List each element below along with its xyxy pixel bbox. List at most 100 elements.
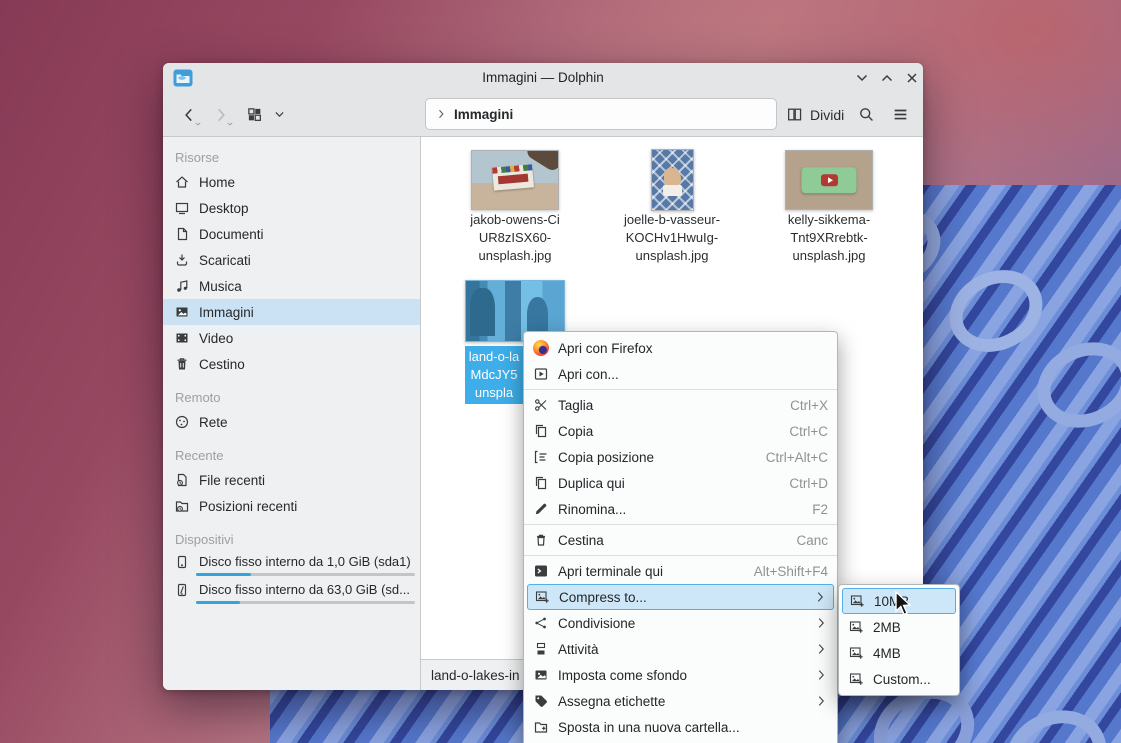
sidebar-item-trash[interactable]: Cestino xyxy=(163,351,420,377)
trash-icon xyxy=(533,532,549,548)
menu-item-open-terminal[interactable]: Apri terminale qui Alt+Shift+F4 xyxy=(524,558,837,584)
wallpaper-icon xyxy=(533,667,549,683)
forward-dropdown-chevron-icon[interactable] xyxy=(226,120,234,128)
breadcrumb-current-folder[interactable]: Immagini xyxy=(454,107,513,122)
compress-submenu: 10MB 2MB 4MB Custom... xyxy=(838,584,960,696)
network-icon xyxy=(174,414,190,430)
document-icon xyxy=(174,226,190,242)
compress-image-icon xyxy=(848,645,864,661)
duplicate-icon xyxy=(533,475,549,491)
menu-item-duplicate[interactable]: Duplica qui Ctrl+D xyxy=(524,470,837,496)
sidebar-item-music[interactable]: Musica xyxy=(163,273,420,299)
compress-image-icon xyxy=(534,589,550,605)
submenu-item-custom[interactable]: Custom... xyxy=(839,666,959,692)
new-folder-icon xyxy=(533,719,549,735)
submenu-item-4mb[interactable]: 4MB xyxy=(839,640,959,666)
terminal-icon xyxy=(533,563,549,579)
menu-item-compress-to[interactable]: Compress to... xyxy=(527,584,834,610)
tag-icon xyxy=(533,693,549,709)
sidebar-item-video[interactable]: Video xyxy=(163,325,420,351)
submenu-item-2mb[interactable]: 2MB xyxy=(839,614,959,640)
search-icon xyxy=(858,106,875,123)
menu-item-share[interactable]: Condivisione xyxy=(524,610,837,636)
window-title: Immagini — Dolphin xyxy=(482,70,604,85)
copy-icon xyxy=(533,423,549,439)
menu-item-open-with-firefox[interactable]: Apri con Firefox xyxy=(524,335,837,361)
submenu-arrow-icon xyxy=(814,694,828,708)
dolphin-app-icon xyxy=(173,68,193,88)
share-icon xyxy=(533,615,549,631)
image-icon xyxy=(174,304,190,320)
submenu-arrow-icon xyxy=(813,590,827,604)
compress-image-icon xyxy=(848,619,864,635)
submenu-item-10mb[interactable]: 10MB xyxy=(842,588,956,614)
file-label[interactable]: kelly-sikkema- Tnt9XRrebtk-unsplash.jpg xyxy=(769,211,889,265)
hard-disk-icon xyxy=(174,582,190,598)
activities-icon xyxy=(533,641,549,657)
menu-item-activities[interactable]: Attività xyxy=(524,636,837,662)
file-thumbnail-joelle[interactable] xyxy=(651,149,694,211)
menu-item-open-with[interactable]: Apri con... xyxy=(524,361,837,387)
menu-item-rename[interactable]: Rinomina... F2 xyxy=(524,496,837,522)
location-bar[interactable]: Immagini xyxy=(425,98,777,130)
scissors-icon xyxy=(533,397,549,413)
minimize-button[interactable] xyxy=(854,70,870,86)
section-risorse: Risorse xyxy=(175,149,220,165)
close-button[interactable] xyxy=(904,70,920,86)
sidebar-item-recent-locations[interactable]: Posizioni recenti xyxy=(163,493,420,519)
submenu-arrow-icon xyxy=(814,642,828,656)
sidebar-item-disk2[interactable]: Disco fisso interno da 63,0 GiB (sd... xyxy=(163,579,420,607)
desktop: Immagini — Dolphin Immagini Dividi Risor… xyxy=(0,0,1121,743)
maximize-button[interactable] xyxy=(879,70,895,86)
menu-item-assign-tags[interactable]: Assegna etichette xyxy=(524,688,837,714)
split-view-button[interactable]: Dividi xyxy=(786,106,844,123)
back-dropdown-chevron-icon[interactable] xyxy=(194,120,202,128)
section-dispositivi: Dispositivi xyxy=(175,531,234,547)
file-label[interactable]: jakob-owens-Ci UR8zISX60- unsplash.jpg xyxy=(455,211,575,265)
sidebar-item-pictures[interactable]: Immagini xyxy=(163,299,420,325)
compress-image-icon xyxy=(849,593,865,609)
firefox-icon xyxy=(533,340,549,356)
chevron-down-icon xyxy=(273,108,286,121)
grid-view-icon xyxy=(246,106,263,123)
file-thumbnail-kelly[interactable] xyxy=(785,150,873,210)
open-with-icon xyxy=(533,366,549,382)
menu-item-move-to-new-folder[interactable]: Sposta in una nuova cartella... xyxy=(524,714,837,740)
video-icon xyxy=(174,330,190,346)
search-button[interactable] xyxy=(858,106,875,123)
folder-clock-icon xyxy=(174,498,190,514)
file-label[interactable]: joelle-b-vasseur- KOCHv1HwuIg-unsplash.jp… xyxy=(612,211,732,265)
view-mode-dropdown[interactable] xyxy=(273,108,286,121)
hamburger-icon xyxy=(892,106,909,123)
view-mode-button[interactable] xyxy=(246,106,263,123)
trash-icon xyxy=(174,356,190,372)
sidebar-item-documents[interactable]: Documenti xyxy=(163,221,420,247)
menu-item-move-to-trash[interactable]: Cestina Canc xyxy=(524,527,837,553)
context-menu: Apri con Firefox Apri con... Taglia Ctrl+… xyxy=(523,331,838,743)
home-icon xyxy=(174,174,190,190)
sidebar-item-desktop[interactable]: Desktop xyxy=(163,195,420,221)
download-icon xyxy=(174,252,190,268)
split-view-label: Dividi xyxy=(810,106,845,123)
submenu-arrow-icon xyxy=(814,616,828,630)
copy-path-icon xyxy=(533,449,549,465)
file-clock-icon xyxy=(174,472,190,488)
hard-disk-icon xyxy=(174,554,190,570)
file-thumbnail-jakob[interactable] xyxy=(471,150,559,210)
menu-item-cut[interactable]: Taglia Ctrl+X xyxy=(524,392,837,418)
menu-item-copy[interactable]: Copia Ctrl+C xyxy=(524,418,837,444)
sidebar-item-network[interactable]: Rete xyxy=(163,409,420,435)
disk-usage-bar xyxy=(196,601,415,604)
window-header: Immagini — Dolphin Immagini Dividi xyxy=(163,63,923,137)
sidebar-item-downloads[interactable]: Scaricati xyxy=(163,247,420,273)
menu-item-copy-location[interactable]: Copia posizione Ctrl+Alt+C xyxy=(524,444,837,470)
menu-item-set-wallpaper[interactable]: Imposta come sfondo xyxy=(524,662,837,688)
desktop-icon xyxy=(174,200,190,216)
sidebar-item-disk1[interactable]: Disco fisso interno da 1,0 GiB (sda1) xyxy=(163,551,420,579)
pencil-icon xyxy=(533,501,549,517)
breadcrumb-chevron-icon xyxy=(435,108,447,120)
music-icon xyxy=(174,278,190,294)
menu-button[interactable] xyxy=(892,106,909,123)
sidebar-item-home[interactable]: Home xyxy=(163,169,420,195)
sidebar-item-recent-files[interactable]: File recenti xyxy=(163,467,420,493)
